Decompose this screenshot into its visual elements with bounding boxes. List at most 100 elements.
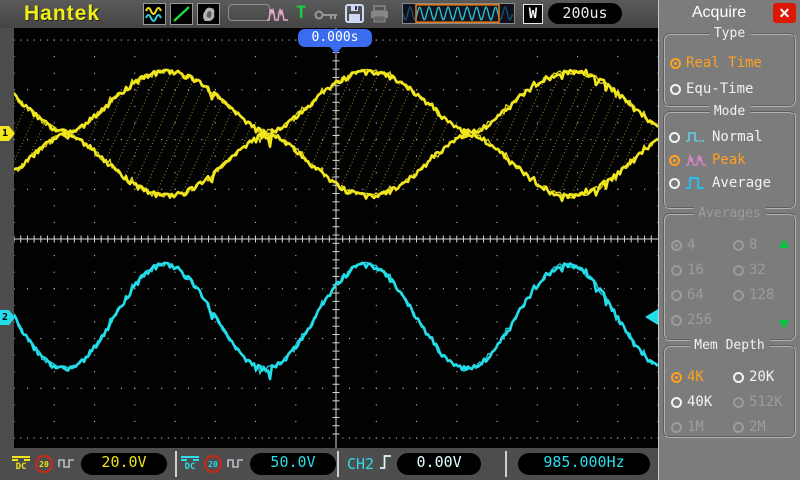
radio-128: 128	[733, 287, 794, 303]
window-mode-icon[interactable]: W	[523, 4, 543, 24]
scroll-up-arrow[interactable]	[779, 239, 789, 248]
radio-circle	[671, 397, 682, 408]
line-style-icon[interactable]	[170, 3, 193, 25]
radio-circle	[669, 155, 680, 166]
trigger-source-label: CH2	[347, 455, 374, 473]
ch2-volts-div-readout: 50.0V	[250, 453, 336, 475]
radio-circle	[733, 290, 744, 301]
radio-label: Equ-Time	[686, 81, 753, 97]
frequency-counter: 985.000Hz	[518, 448, 650, 480]
peak-waveform-icon	[685, 152, 707, 168]
radio-label: 256	[687, 312, 712, 328]
ch2-status[interactable]: DC 20 50.0V	[181, 448, 336, 480]
acquire-menu-panel: Acquire ✕ Type Real Time Equ-Time Mode Norma…	[658, 0, 800, 480]
trigger-position-marker[interactable]	[329, 46, 343, 54]
radio-circle	[671, 240, 682, 251]
radio-32: 32	[733, 262, 794, 278]
radio-label: 512K	[749, 394, 783, 410]
group-type: TypeReal TimeEqu-Time	[663, 33, 796, 107]
oscilloscope-screen: { "toolbar": { "logo": "Hantek", "icons"…	[0, 0, 800, 480]
radio-circle	[670, 84, 681, 95]
waveform-preview[interactable]	[402, 3, 515, 24]
radio-label: 128	[749, 287, 774, 303]
radio-circle	[733, 265, 744, 276]
radio-average[interactable]: Average	[669, 175, 794, 191]
brand-logo: Hantek	[24, 2, 100, 26]
radio-circle	[669, 132, 680, 143]
printer-icon	[369, 4, 390, 28]
scroll-down-arrow[interactable]	[779, 320, 789, 329]
radio-circle	[733, 372, 744, 383]
divider	[175, 451, 177, 477]
save-icon[interactable]	[344, 3, 365, 28]
radio-circle	[733, 422, 744, 433]
radio-2m: 2M	[733, 419, 794, 435]
group-title: Mem Depth	[689, 338, 769, 353]
trigger-level-readout: 0.00V	[397, 453, 481, 475]
radio-label: Average	[712, 175, 771, 191]
radio-real-time[interactable]: Real Time	[670, 55, 794, 71]
trigger-T-icon: T	[296, 3, 306, 23]
radio-label: 4K	[687, 369, 704, 385]
radio-4k[interactable]: 4K	[671, 369, 733, 385]
hand-icon[interactable]	[197, 3, 220, 25]
radio-16: 16	[671, 262, 733, 278]
radio-circle	[733, 240, 744, 251]
radio-label: Normal	[712, 129, 763, 145]
radio-label: 32	[749, 262, 766, 278]
ch2-bandwidth-icon: 20	[204, 455, 222, 473]
trigger-level-marker[interactable]	[645, 309, 658, 325]
radio-circle	[671, 372, 682, 383]
close-button[interactable]: ✕	[773, 3, 796, 23]
radio-circle	[671, 315, 682, 326]
radio-equ-time[interactable]: Equ-Time	[670, 81, 794, 97]
radio-label: 20K	[749, 369, 774, 385]
ch1-coupling-icon: DC	[12, 456, 30, 472]
radio-label: 2M	[749, 419, 766, 435]
ch2-coupling-icon: DC	[181, 456, 199, 472]
radio-label: Real Time	[686, 55, 762, 71]
radio-label: 8	[749, 237, 757, 253]
trigger-pulse-icon	[266, 5, 290, 27]
group-mode: ModeNormalPeakAverage	[663, 111, 796, 209]
radio-circle	[671, 290, 682, 301]
ch1-probe-icon	[58, 455, 76, 474]
group-title: Type	[709, 26, 750, 41]
waveform-display	[14, 28, 658, 448]
ch2-probe-icon	[227, 455, 245, 474]
radio-label: 1M	[687, 419, 704, 435]
radio-peak[interactable]: Peak	[669, 152, 794, 168]
radio-label: 40K	[687, 394, 712, 410]
radio-64: 64	[671, 287, 733, 303]
radio-circle	[671, 265, 682, 276]
normal-waveform-icon	[685, 129, 707, 145]
radio-normal[interactable]: Normal	[669, 129, 794, 145]
menu-title: Acquire	[669, 4, 769, 22]
trigger-status[interactable]: CH2 0.00V	[347, 448, 481, 480]
radio-256: 256	[671, 312, 733, 328]
trigger-position-readout[interactable]: 0.000s	[298, 29, 372, 47]
radio-40k[interactable]: 40K	[671, 394, 733, 410]
status-bar: DC 20 20.0V DC 20 50.0V CH2 0.00V 985.00…	[0, 448, 658, 480]
radio-label: 16	[687, 262, 704, 278]
radio-1m: 1M	[671, 419, 733, 435]
ch1-status[interactable]: DC 20 20.0V	[12, 448, 167, 480]
trigger-slope-icon	[379, 453, 392, 476]
channel-waves-icon[interactable]	[143, 3, 166, 25]
radio-label: 4	[687, 237, 695, 253]
radio-20k[interactable]: 20K	[733, 369, 794, 385]
left-margin-strip	[0, 28, 14, 448]
radio-circle	[671, 422, 682, 433]
divider	[337, 451, 339, 477]
frequency-readout: 985.000Hz	[518, 453, 650, 475]
group-title: Mode	[709, 104, 750, 119]
group-title: Averages	[693, 206, 766, 221]
radio-512k: 512K	[733, 394, 794, 410]
radio-circle	[670, 58, 681, 69]
radio-4: 4	[671, 237, 733, 253]
top-toolbar: Hantek T W 200us	[0, 0, 658, 28]
empty-toolbar-slot	[228, 4, 270, 21]
key-icon	[314, 7, 340, 26]
ch1-bandwidth-icon: 20	[35, 455, 53, 473]
radio-circle	[669, 178, 680, 189]
